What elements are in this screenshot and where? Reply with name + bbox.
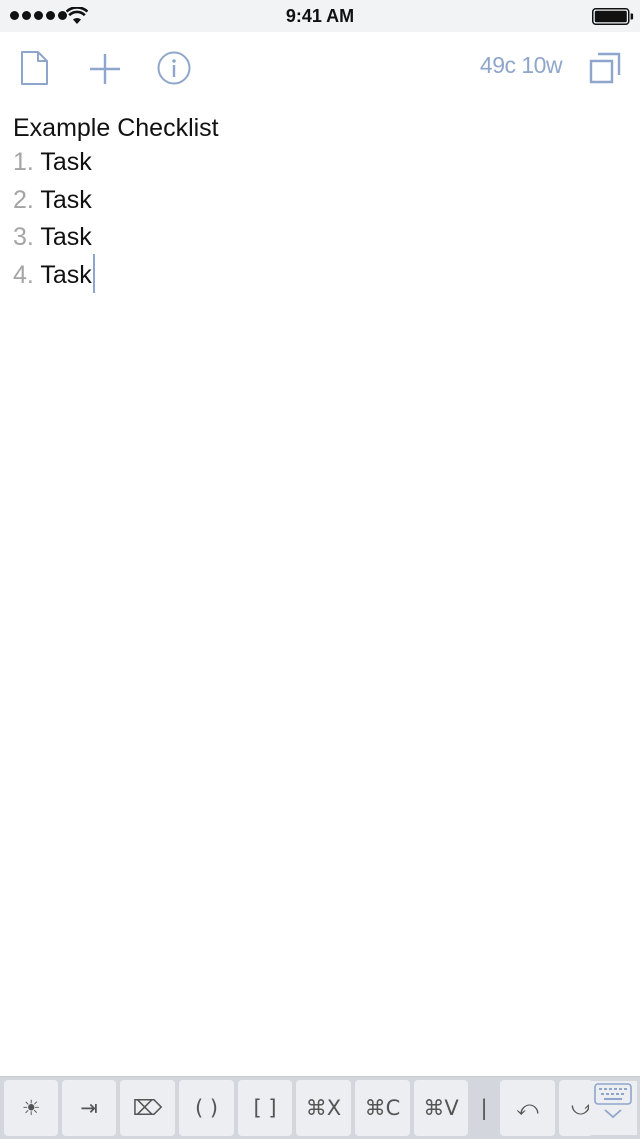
character-word-counter: 49c 10w (479, 52, 563, 78)
list-number: 2. (13, 185, 34, 214)
list-item-text: Task (40, 260, 92, 289)
delete-key[interactable]: ⌦ (120, 1080, 175, 1136)
paste-label: ⌘V (423, 1096, 459, 1120)
pipe-key[interactable]: | (472, 1080, 496, 1136)
text-caret (92, 253, 95, 293)
pipe-label: | (480, 1096, 488, 1120)
undo-key[interactable]: ⤺ (500, 1080, 555, 1136)
list-item: 2. Task (13, 182, 627, 220)
list-item: 1. Task (13, 144, 627, 182)
undo-icon: ⤺ (516, 1095, 539, 1120)
list-number: 1. (13, 148, 34, 176)
status-bar: 9:41 AM (0, 0, 640, 32)
status-time: 9:41 AM (285, 6, 355, 26)
list-number: 4. (13, 260, 34, 289)
brackets-label: [ ] (253, 1096, 277, 1120)
brackets-key[interactable]: [ ] (238, 1080, 292, 1136)
parentheses-label: ( ) (194, 1096, 219, 1120)
tab-key[interactable]: ⇥ (62, 1080, 116, 1136)
list-item-text: Task (40, 223, 92, 251)
parentheses-key[interactable]: ( ) (179, 1080, 234, 1136)
keyboard-dismiss-icon (594, 1083, 632, 1119)
paste-key[interactable]: ⌘V (414, 1080, 468, 1136)
add-icon[interactable] (88, 52, 122, 86)
delete-icon: ⌦ (132, 1096, 163, 1120)
copy-label: ⌘C (364, 1096, 401, 1120)
list-number: 3. (13, 223, 34, 251)
info-icon[interactable] (157, 51, 191, 85)
battery-icon (592, 8, 634, 25)
text-editor[interactable]: Example Checklist 1. Task 2. Task 3. Tas… (13, 112, 627, 294)
keyboard-accessory-bar: ☀ ⇥ ⌦ ( ) [ ] ⌘X ⌘C ⌘V | ⤺ ⤻ (0, 1076, 640, 1139)
brightness-icon: ☀ (21, 1096, 41, 1120)
copy-key[interactable]: ⌘C (355, 1080, 410, 1136)
list-item-text: Task (40, 148, 92, 176)
dismiss-keyboard-button[interactable] (589, 1081, 637, 1135)
list-item: 4. Task (13, 253, 627, 295)
cut-label: ⌘X (305, 1096, 342, 1120)
document-icon[interactable] (20, 50, 50, 86)
cut-key[interactable]: ⌘X (296, 1080, 351, 1136)
fullscreen-icon[interactable] (588, 51, 622, 85)
brightness-key[interactable]: ☀ (4, 1080, 58, 1136)
redo-key[interactable]: ⤻ (559, 1080, 593, 1136)
list-item-text: Task (40, 185, 92, 214)
list-item: 3. Task (13, 219, 627, 257)
tab-icon: ⇥ (80, 1096, 98, 1120)
document-title: Example Checklist (13, 114, 219, 142)
